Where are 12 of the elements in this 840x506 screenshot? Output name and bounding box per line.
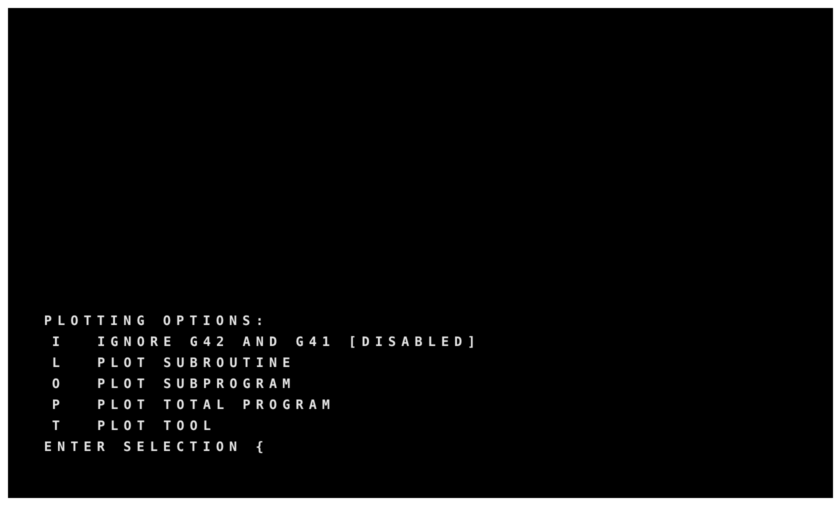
option-label: PLOT SUBROUTINE [97,355,296,373]
option-key: P [52,395,66,416]
option-key: L [52,353,66,374]
option-label: PLOT TOTAL PROGRAM [97,397,336,415]
option-key: I [52,332,66,353]
selection-prompt: ENTER SELECTION { [44,439,269,457]
option-label: PLOT TOOL [97,418,216,436]
option-label: IGNORE G42 AND G41 [DISABLED] [97,334,481,352]
menu-heading: PLOTTING OPTIONS: [44,313,269,331]
option-label: PLOT SUBPROGRAM [97,376,296,394]
option-key: T [52,416,66,437]
option-key: O [52,374,66,395]
